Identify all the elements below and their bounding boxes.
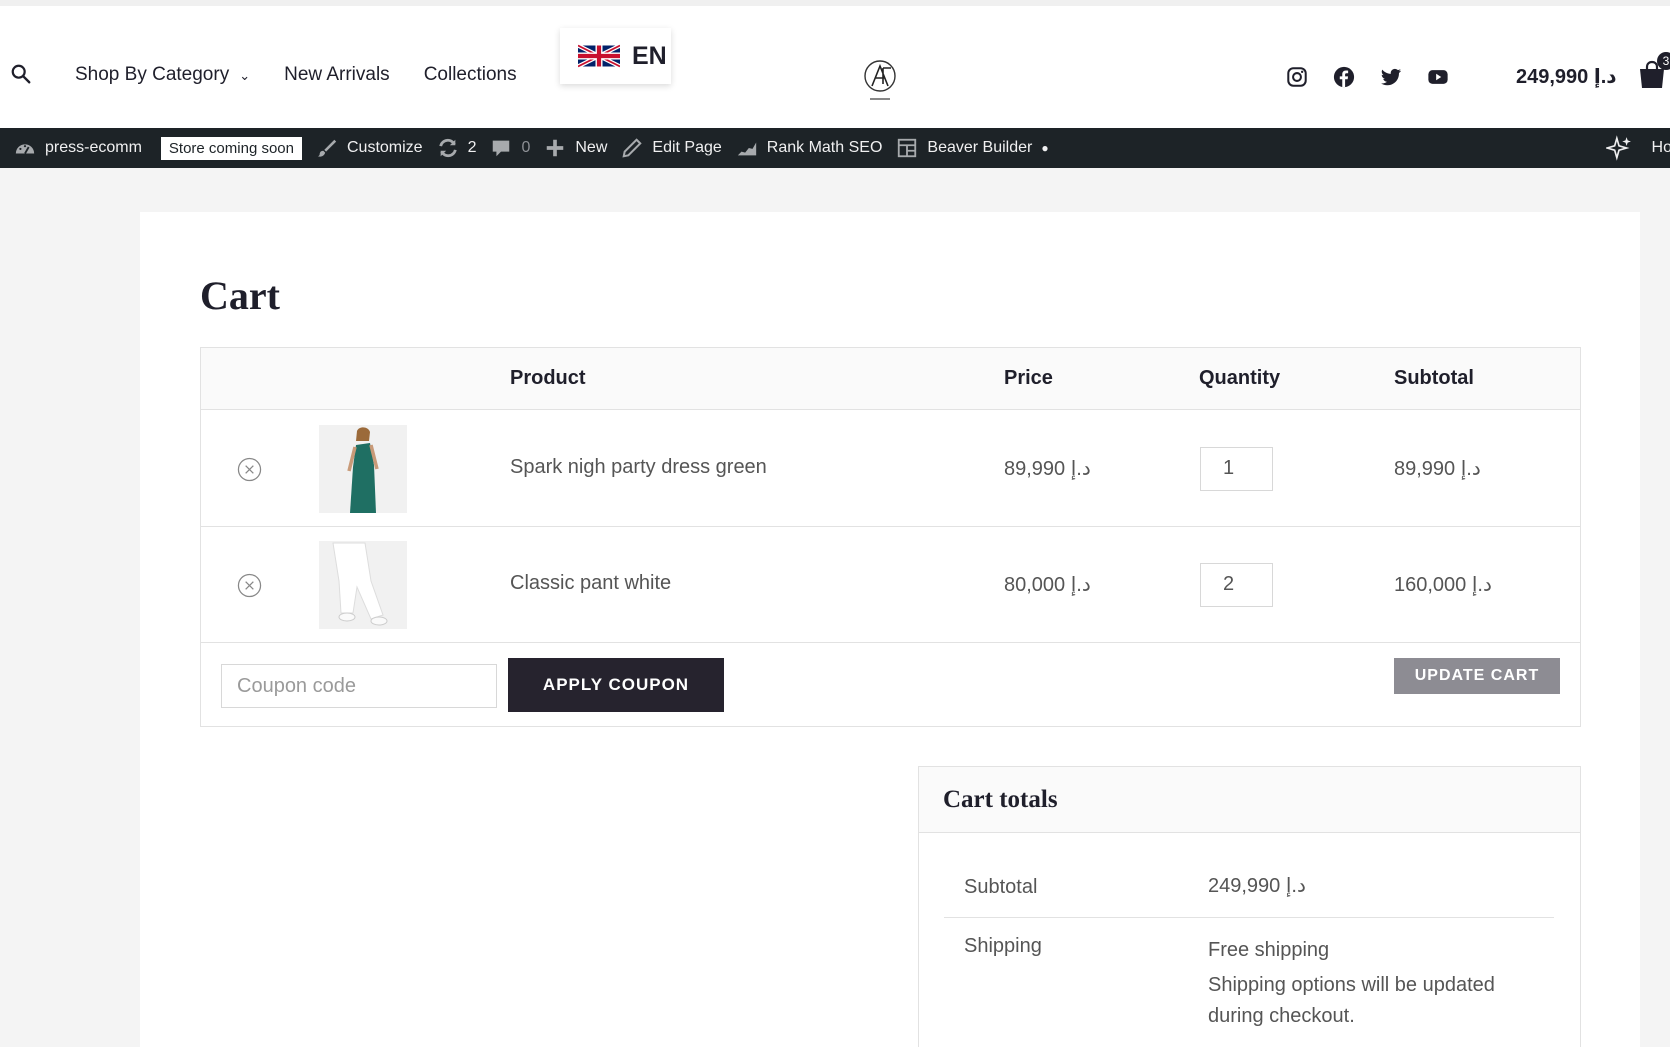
- search-icon[interactable]: [10, 63, 32, 85]
- totals-subtotal-value: د.إ 249,990: [1208, 875, 1306, 897]
- plus-icon: [547, 139, 564, 157]
- product-name[interactable]: Classic pant white: [510, 572, 671, 595]
- header-price: Price: [1004, 367, 1053, 389]
- product-subtotal: د.إ 89,990: [1394, 458, 1481, 480]
- product-thumbnail-pant[interactable]: [319, 541, 407, 629]
- totals-divider: [944, 917, 1554, 918]
- update-cart-button[interactable]: UPDATE CART: [1394, 658, 1560, 694]
- cart-table: Product Price Quantity Subtotal Spark ni…: [200, 347, 1581, 727]
- cart-totals-header: Cart totals: [919, 767, 1580, 833]
- product-name[interactable]: Spark nigh party dress green: [510, 456, 767, 479]
- totals-shipping-note: Shipping options will be updated during …: [1208, 974, 1495, 1027]
- admin-rank-math[interactable]: Rank Math SEO: [736, 137, 883, 159]
- admin-comments[interactable]: 0: [490, 137, 530, 159]
- facebook-icon[interactable]: [1333, 66, 1355, 88]
- admin-beaver-builder[interactable]: Beaver Builder ●: [896, 137, 1049, 159]
- remove-item-icon[interactable]: [237, 573, 262, 598]
- header-subtotal: Subtotal: [1394, 367, 1474, 389]
- site-header: Shop By Category ⌄ New Arrivals Collectio…: [0, 6, 1670, 128]
- uk-flag-icon: [578, 43, 620, 69]
- admin-customize-label: Customize: [346, 139, 423, 156]
- cart-count-badge: 3: [1657, 52, 1670, 70]
- chevron-down-icon: ⌄: [239, 68, 251, 83]
- quantity-input[interactable]: 2: [1200, 563, 1273, 607]
- cart-totals: Cart totals Subtotal د.إ 249,990 Shippin…: [918, 766, 1581, 1047]
- dress-image: [319, 425, 407, 513]
- totals-shipping-value: Free shipping: [1208, 939, 1330, 961]
- product-price: د.إ 89,990: [1004, 458, 1091, 480]
- brush-icon: [317, 139, 337, 157]
- header-quantity: Quantity: [1199, 367, 1281, 389]
- admin-new[interactable]: New: [544, 137, 607, 159]
- admin-new-label: New: [575, 139, 608, 156]
- table-row: Spark nigh party dress green د.إ 89,990 …: [201, 411, 1580, 527]
- language-code: EN: [632, 41, 667, 70]
- cart-table-header: Product Price Quantity Subtotal: [201, 348, 1580, 410]
- admin-edit-page[interactable]: Edit Page: [621, 137, 722, 159]
- admin-updates-count: 2: [467, 139, 477, 156]
- admin-site-menu[interactable]: press-ecomm Store coming soon: [14, 136, 302, 160]
- admin-customize[interactable]: Customize: [316, 137, 423, 159]
- totals-shipping-label: Shipping: [964, 935, 1042, 957]
- refresh-icon: [438, 138, 457, 158]
- nav-shop-by-category-label: Shop By Category: [75, 64, 230, 85]
- nav-new-arrivals[interactable]: New Arrivals: [284, 64, 390, 86]
- language-switcher[interactable]: EN: [560, 28, 671, 84]
- pencil-icon: [622, 138, 643, 158]
- pant-image: [319, 541, 407, 629]
- remove-item-icon[interactable]: [237, 457, 262, 482]
- admin-site-name: press-ecomm: [45, 139, 142, 156]
- admin-bar-right: Ho: [1605, 128, 1670, 168]
- apply-coupon-button[interactable]: APPLY COUPON: [508, 658, 724, 712]
- quantity-input[interactable]: 1: [1200, 447, 1273, 491]
- instagram-icon[interactable]: [1286, 66, 1308, 88]
- product-thumbnail-dress[interactable]: [319, 425, 407, 513]
- header-product: Product: [510, 367, 586, 389]
- sparkle-icon[interactable]: [1605, 135, 1632, 161]
- rank-math-icon: [737, 142, 756, 156]
- admin-rank-math-label: Rank Math SEO: [766, 139, 883, 156]
- cart-actions: Coupon code APPLY COUPON UPDATE CART: [201, 644, 1580, 726]
- admin-edit-page-label: Edit Page: [652, 139, 722, 156]
- status-dot-icon: ●: [1041, 141, 1049, 155]
- nav-shop-by-category[interactable]: Shop By Category ⌄: [75, 64, 250, 86]
- admin-howdy[interactable]: Ho: [1652, 139, 1670, 157]
- admin-comments-count: 0: [521, 139, 531, 156]
- nav-collections[interactable]: Collections: [424, 64, 517, 86]
- admin-bar: press-ecomm Store coming soon Customize …: [0, 128, 1670, 168]
- coupon-code-input[interactable]: Coupon code: [221, 664, 497, 708]
- product-subtotal: د.إ 160,000: [1394, 574, 1492, 596]
- page-title: Cart: [200, 273, 280, 318]
- main-nav: Shop By Category ⌄ New Arrivals Collectio…: [75, 64, 517, 86]
- cart-totals-title: Cart totals: [943, 786, 1058, 813]
- brand-logo[interactable]: [862, 58, 898, 104]
- admin-updates[interactable]: 2: [437, 137, 477, 159]
- layout-icon: [898, 138, 917, 158]
- admin-beaver-builder-label: Beaver Builder: [927, 139, 1033, 156]
- social-links: [1286, 66, 1449, 88]
- comment-icon: [493, 140, 510, 157]
- table-row: Classic pant white د.إ 80,000 2 د.إ 160,…: [201, 527, 1580, 643]
- dashboard-icon: [15, 144, 35, 154]
- product-price: د.إ 80,000: [1004, 574, 1091, 596]
- header-cart-total[interactable]: 249,990 د.إ: [1516, 64, 1617, 89]
- totals-subtotal-label: Subtotal: [964, 876, 1038, 898]
- store-status-badge[interactable]: Store coming soon: [160, 136, 302, 160]
- youtube-icon[interactable]: [1427, 66, 1449, 88]
- twitter-icon[interactable]: [1380, 66, 1402, 88]
